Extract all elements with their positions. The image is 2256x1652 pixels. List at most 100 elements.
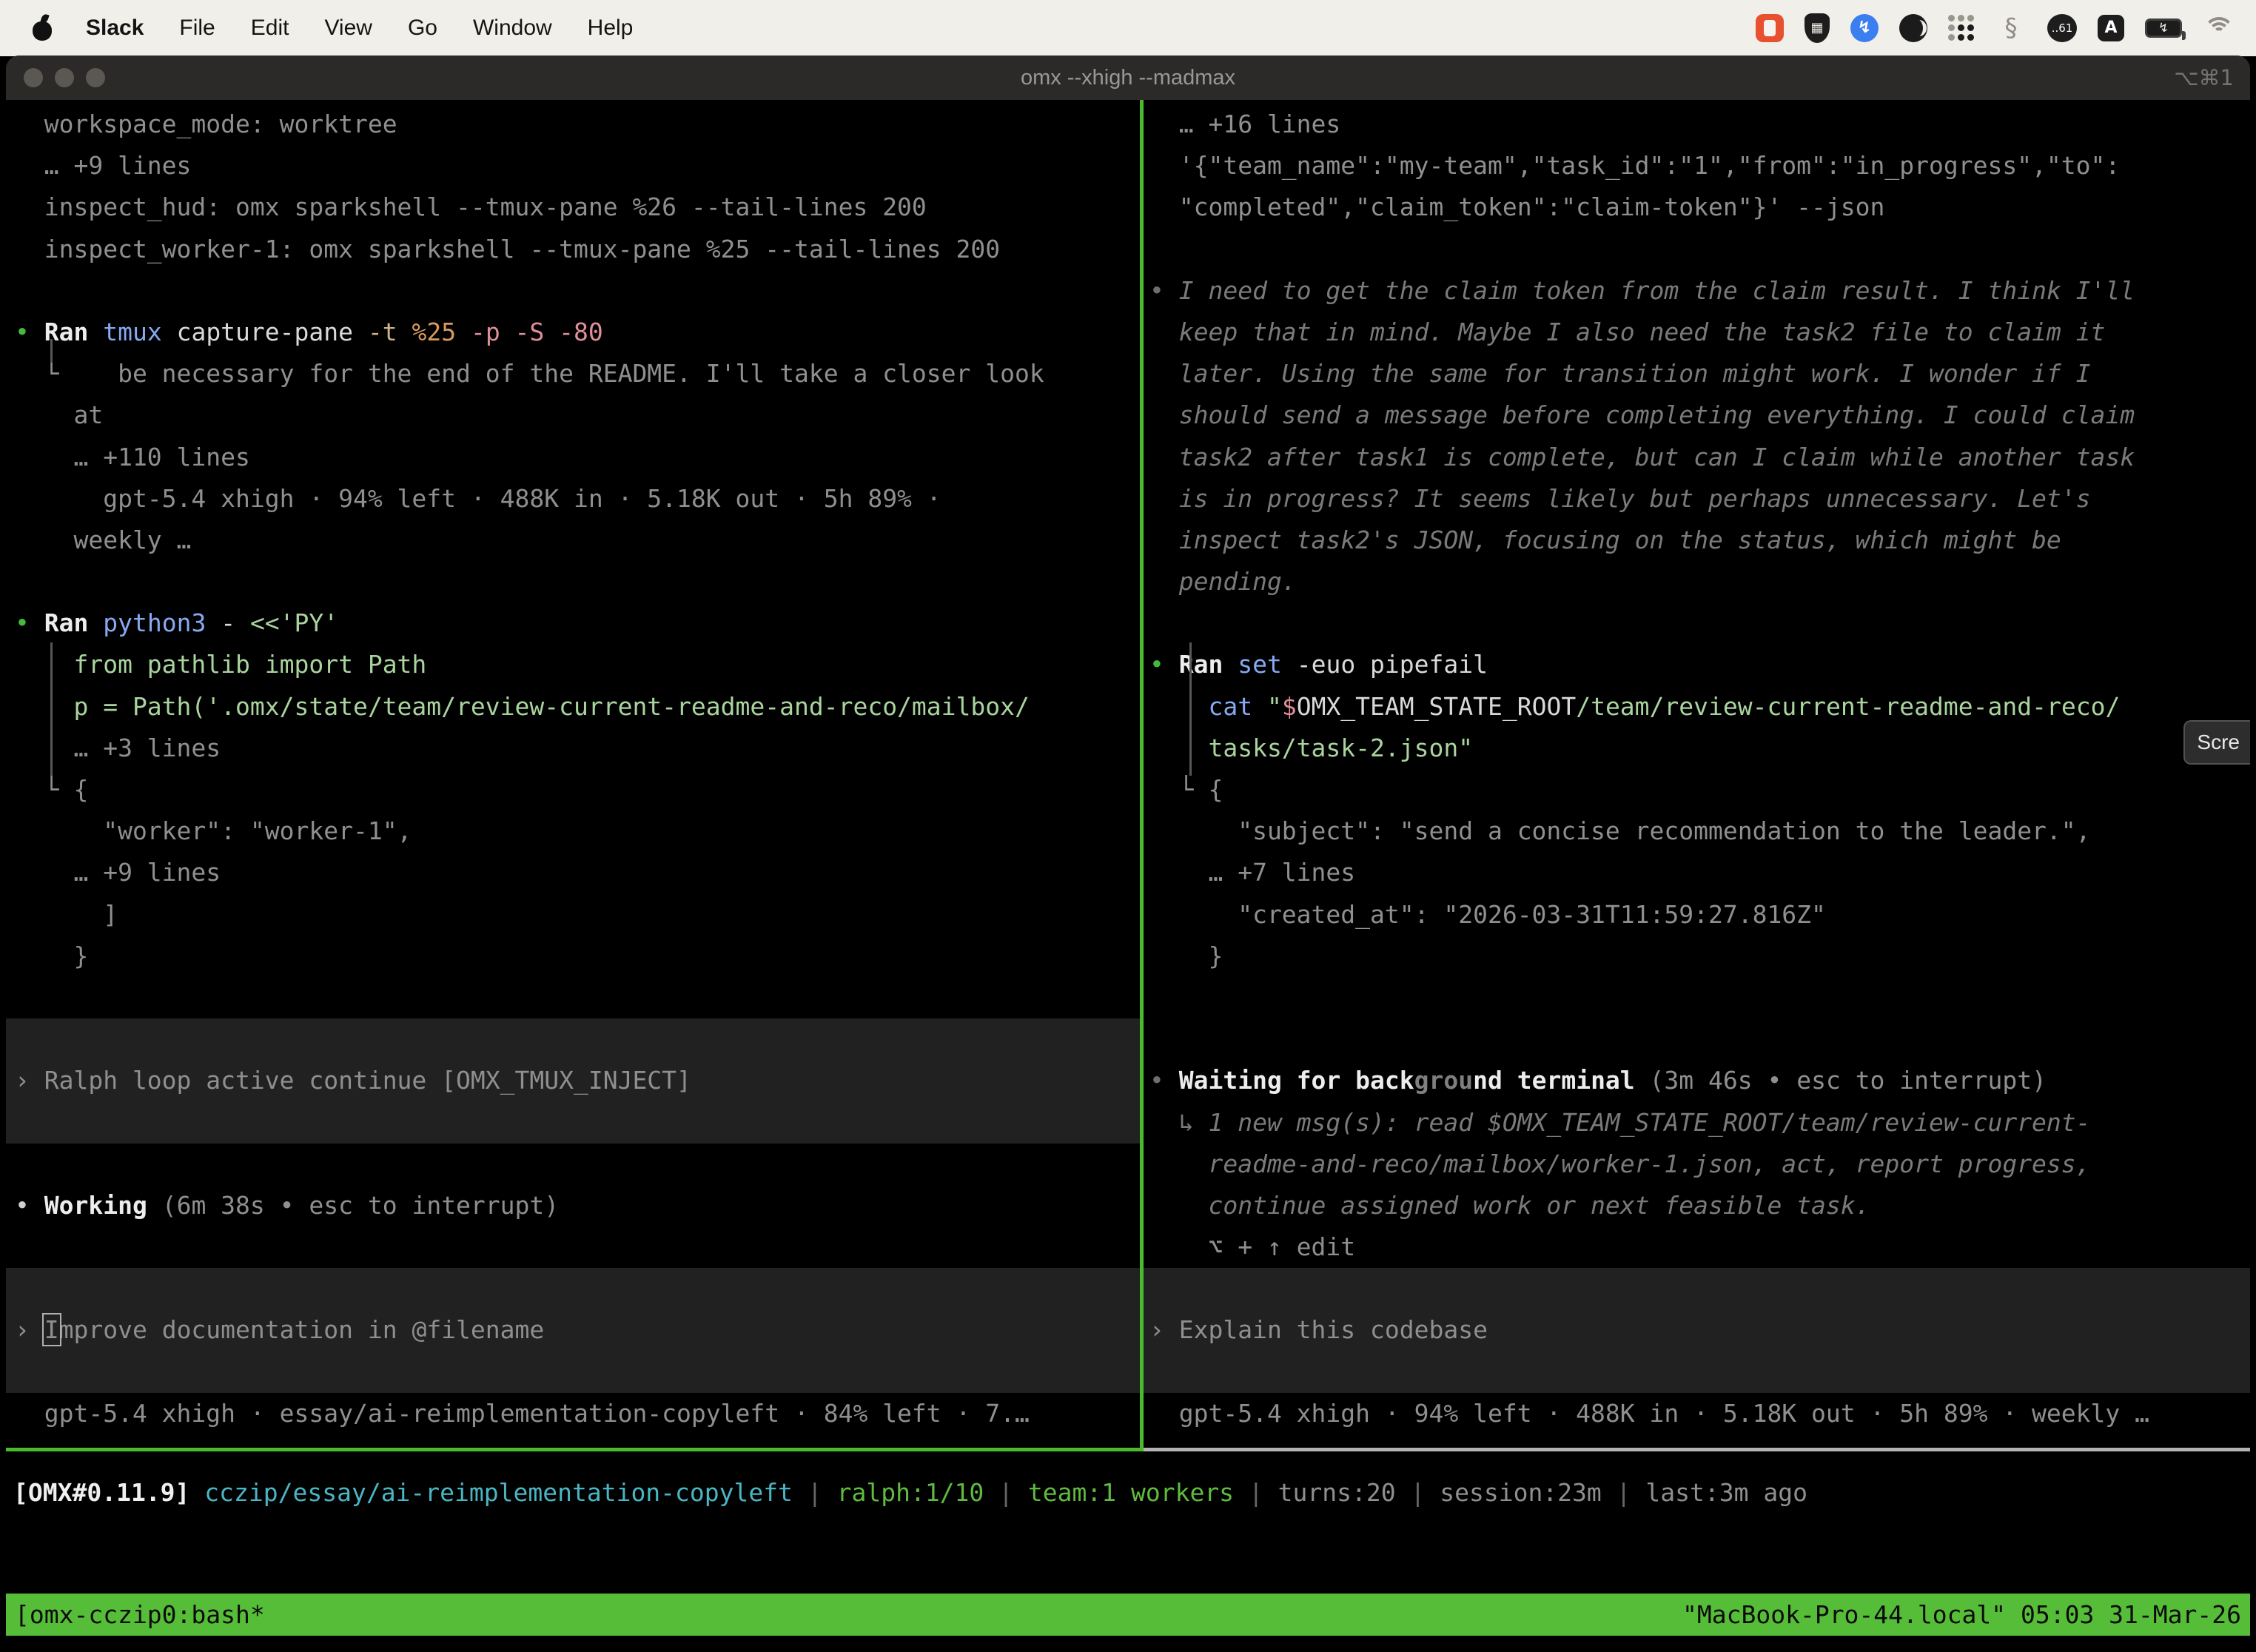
terminal-line: should send a message before completing …: [1144, 394, 2250, 436]
terminal-line: "completed","claim_token":"claim-token"}…: [1144, 187, 2250, 228]
tmux-host-time-label: "MacBook-Pro-44.local" 05:03 31-Mar-26: [1682, 1594, 2241, 1636]
tmux-status-bar: [omx-cczip0:bash* "MacBook-Pro-44.local"…: [6, 1594, 2250, 1636]
terminal-line: task2 after task1 is complete, but can I…: [1144, 437, 2250, 478]
terminal-line: └ {: [1144, 769, 2250, 810]
wifi-icon[interactable]: [2203, 16, 2235, 41]
omx-status-segment: |: [1396, 1478, 1440, 1507]
omx-status-segment: |: [984, 1478, 1028, 1507]
terminal-line: • I need to get the claim token from the…: [1144, 270, 2250, 312]
terminal-line: └ {: [6, 769, 1140, 810]
terminal-line: "created_at": "2026-03-31T11:59:27.816Z": [1144, 894, 2250, 936]
terminal-line: [6, 1018, 1140, 1060]
terminal-line: workspace_mode: worktree: [6, 104, 1140, 145]
tree-guide-line: [50, 642, 53, 776]
terminal-line: [6, 270, 1140, 312]
terminal-line: gpt-5.4 xhigh · 94% left · 488K in · 5.1…: [6, 478, 1140, 520]
window-shortcut-badge: ⌥⌘1: [2174, 56, 2234, 100]
omx-status-segment: last:3m ago: [1645, 1478, 1807, 1507]
terminal-line: • Ran tmux capture-pane -t %25 -p -S -80: [6, 312, 1140, 353]
menubar-status-icons: ▦ ↯ § ..61 A ↯: [1756, 13, 2235, 44]
terminal-line: at: [6, 394, 1140, 436]
menu-item-edit[interactable]: Edit: [251, 16, 289, 41]
terminal-line: is in progress? It seems likely but perh…: [1144, 478, 2250, 520]
terminal-line: weekly …: [6, 520, 1140, 561]
terminal-line: inspect_worker-1: omx sparkshell --tmux-…: [6, 229, 1140, 270]
terminal-line: [6, 561, 1140, 602]
chat-icon[interactable]: [1756, 14, 1784, 42]
terminal-line: gpt-5.4 xhigh · 94% left · 488K in · 5.1…: [1144, 1393, 2250, 1434]
menu-items: Slack File Edit View Go Window Help: [86, 16, 668, 41]
terminal-content: workspace_mode: worktree … +9 lines insp…: [6, 100, 2250, 1652]
terminal-line: … +16 lines: [1144, 104, 2250, 145]
terminal-line: └ be necessary for the end of the README…: [6, 353, 1140, 394]
terminal-line: keep that in mind. Maybe I also need the…: [1144, 312, 2250, 353]
terminal-line: › Explain this codebase: [1144, 1309, 2250, 1351]
tmux-pane-right[interactable]: … +16 lines '{"team_name":"my-team","tas…: [1144, 100, 2250, 1448]
terminal-line: tasks/task-2.json": [1144, 728, 2250, 769]
pane-bottom-border-active: [6, 1448, 1144, 1451]
terminal-line: … +110 lines: [6, 437, 1140, 478]
terminal-line: gpt-5.4 xhigh · essay/ai-reimplementatio…: [6, 1393, 1140, 1434]
terminal-line: [6, 1268, 1140, 1309]
tmux-pane-left[interactable]: workspace_mode: worktree … +9 lines insp…: [6, 100, 1140, 1448]
menu-item-view[interactable]: View: [324, 16, 372, 41]
hook-icon[interactable]: §: [1995, 13, 2027, 44]
pane-bottom-border-inactive: [1144, 1448, 2250, 1451]
lightning-circle-icon[interactable]: ↯: [1850, 14, 1879, 42]
apple-logo-icon[interactable]: [31, 16, 53, 41]
terminal-line: from pathlib import Path: [6, 644, 1140, 685]
omx-status-segment: ralph:1/10: [837, 1478, 984, 1507]
terminal-line: inspect_hud: omx sparkshell --tmux-pane …: [6, 187, 1140, 228]
menu-item-window[interactable]: Window: [473, 16, 552, 41]
terminal-line: }: [6, 936, 1140, 977]
terminal-line: pending.: [1144, 561, 2250, 602]
terminal-line: • Waiting for background terminal (3m 46…: [1144, 1060, 2250, 1101]
terminal-line: [6, 1102, 1140, 1144]
terminal-line: [6, 1352, 1140, 1393]
terminal-line: [6, 1144, 1140, 1185]
shield-grid-icon[interactable]: ▦: [1805, 13, 1830, 43]
omx-status-segment: |: [793, 1478, 837, 1507]
omx-status-segment: team:1 workers: [1028, 1478, 1234, 1507]
dots-grid-icon[interactable]: [1948, 15, 1975, 41]
terminal-line: … +7 lines: [1144, 852, 2250, 893]
omx-status-segment: session:23m: [1440, 1478, 1602, 1507]
menu-item-file[interactable]: File: [179, 16, 215, 41]
menu-item-go[interactable]: Go: [408, 16, 437, 41]
terminal-line: • Ran set -euo pipefail: [1144, 644, 2250, 685]
terminal-line: later. Using the same for transition mig…: [1144, 353, 2250, 394]
terminal-line: [1144, 1018, 2250, 1060]
terminal-line: • Ran python3 - <<'PY': [6, 602, 1140, 644]
terminal-line: "subject": "send a concise recommendatio…: [1144, 810, 2250, 852]
battery-icon[interactable]: ↯: [2145, 19, 2182, 38]
keyboard-a-icon[interactable]: A: [2098, 15, 2124, 41]
terminal-line: ↳ 1 new msg(s): read $OMX_TEAM_STATE_ROO…: [1144, 1102, 2250, 1144]
terminal-line: [1144, 602, 2250, 644]
terminal-line: › Ralph loop active continue [OMX_TMUX_I…: [6, 1060, 1140, 1101]
tmux-session-label: [omx-cczip0:bash*: [15, 1594, 265, 1636]
terminal-line: [1144, 229, 2250, 270]
terminal-line: [1144, 977, 2250, 1018]
omx-status-line: [OMX#0.11.9] cczip/essay/ai-reimplementa…: [13, 1471, 1807, 1515]
omx-status-segment: |: [1234, 1478, 1278, 1507]
terminal-line: [1144, 1352, 2250, 1393]
tree-guide-line: [1189, 642, 1192, 776]
terminal-line: }: [1144, 936, 2250, 977]
badge-61-icon[interactable]: ..61: [2047, 14, 2077, 42]
omx-status-segment: |: [1602, 1478, 1646, 1507]
terminal-line: • Working (6m 38s • esc to interrupt): [6, 1185, 1140, 1226]
terminal-window: omx --xhigh --madmax ⌥⌘1 workspace_mode:…: [6, 56, 2250, 1652]
tree-guide-line: [50, 339, 53, 363]
omx-status-segment: cczip/essay/ai-reimplementation-copyleft: [204, 1478, 793, 1507]
terminal-line: ]: [6, 894, 1140, 936]
menu-item-help[interactable]: Help: [588, 16, 634, 41]
omx-status-segment: [OMX#0.11.9]: [13, 1478, 204, 1507]
menu-bar: Slack File Edit View Go Window Help ▦ ↯ § ..61 A ↯: [0, 0, 2256, 56]
moon-circle-icon[interactable]: [1899, 14, 1927, 42]
terminal-line: readme-and-reco/mailbox/worker-1.json, a…: [1144, 1144, 2250, 1185]
terminal-line: '{"team_name":"my-team","task_id":"1","f…: [1144, 145, 2250, 187]
window-titlebar: omx --xhigh --madmax ⌥⌘1: [6, 56, 2250, 100]
menu-item-slack[interactable]: Slack: [86, 16, 144, 41]
terminal-line: … +9 lines: [6, 145, 1140, 187]
terminal-line: [6, 977, 1140, 1018]
